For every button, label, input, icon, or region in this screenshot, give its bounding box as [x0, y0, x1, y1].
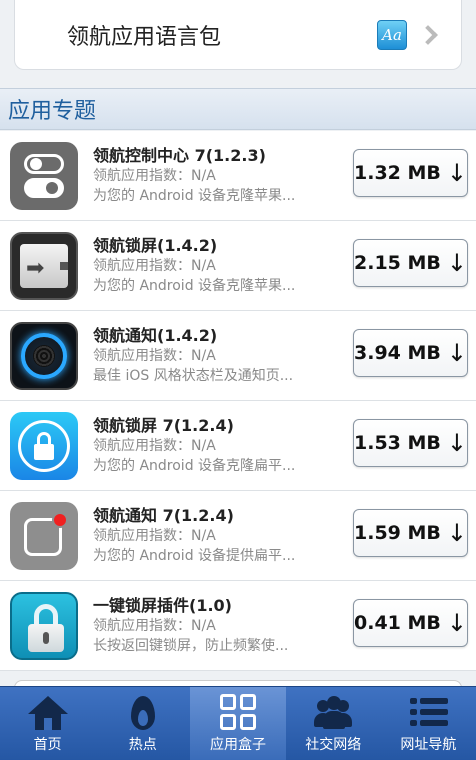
app-description: 为您的 Android 设备克隆苹果...: [93, 278, 296, 294]
home-icon: [27, 692, 68, 732]
aa-font-icon: Aa: [377, 19, 407, 50]
app-name: 领航锁屏 7(1.2.4): [93, 416, 234, 435]
nav-label: 首页: [33, 737, 62, 753]
one-key-lock-icon: [10, 591, 78, 660]
app-rating: 领航应用指数：N/A: [93, 168, 216, 184]
list-item[interactable]: 领航通知 7(1.2.4) 领航应用指数：N/A 为您的 Android 设备提…: [0, 491, 476, 581]
download-button[interactable]: 2.15 MB ↓: [353, 239, 468, 287]
download-size: 1.32 MB: [354, 162, 441, 184]
app-name: 领航通知 7(1.2.4): [93, 506, 234, 525]
chevron-right-icon: [418, 24, 438, 45]
download-size: 1.53 MB: [354, 432, 441, 454]
app-description: 最佳 iOS 风格状态栏及通知页...: [93, 368, 294, 384]
notify-7-icon: [10, 501, 78, 570]
download-arrow-icon: ↓: [446, 609, 467, 637]
nav-url-guide[interactable]: 网址导航: [381, 687, 476, 760]
list-item[interactable]: 领航通知(1.4.2) 领航应用指数：N/A 最佳 iOS 风格状态栏及通知页.…: [0, 311, 476, 401]
download-button[interactable]: 1.53 MB ↓: [353, 419, 468, 467]
nav-label: 社交网络: [305, 737, 362, 753]
download-button[interactable]: 3.94 MB ↓: [353, 329, 468, 377]
control-center-icon: [10, 141, 78, 210]
download-size: 3.94 MB: [354, 342, 441, 364]
section-header: 应用专题: [0, 88, 476, 130]
app-rating: 领航应用指数：N/A: [93, 438, 216, 454]
download-arrow-icon: ↓: [446, 159, 467, 187]
nav-label: 网址导航: [400, 737, 457, 753]
nav-app-box[interactable]: 应用盒子: [190, 687, 286, 760]
download-button[interactable]: 1.32 MB ↓: [353, 149, 468, 197]
download-button[interactable]: 0.41 MB ↓: [353, 599, 468, 647]
app-rating: 领航应用指数：N/A: [93, 528, 216, 544]
lock-7-icon: [10, 411, 78, 480]
list-icon: [408, 692, 449, 732]
nav-social[interactable]: 社交网络: [286, 687, 381, 760]
speaker-notify-icon: [10, 321, 78, 390]
nav-home[interactable]: 首页: [0, 687, 95, 760]
app-name: 领航通知(1.4.2): [93, 326, 218, 345]
app-name: 领航控制中心 7(1.2.3): [93, 146, 266, 165]
fire-icon: [123, 692, 163, 732]
grid-icon: [218, 692, 258, 732]
download-arrow-icon: ↓: [446, 429, 467, 457]
language-pack-label: 领航应用语言包: [67, 24, 222, 50]
list-item[interactable]: 领航锁屏 7(1.2.4) 领航应用指数：N/A 为您的 Android 设备克…: [0, 401, 476, 491]
app-rating: 领航应用指数：N/A: [93, 258, 216, 274]
app-list: 领航控制中心 7(1.2.3) 领航应用指数：N/A 为您的 Android 设…: [0, 131, 476, 671]
people-icon: [313, 692, 353, 732]
nav-label: 应用盒子: [210, 737, 266, 753]
download-size: 0.41 MB: [354, 612, 441, 634]
list-item[interactable]: 一键锁屏插件(1.0) 领航应用指数：N/A 长按返回键锁屏，防止频繁使... …: [0, 581, 476, 671]
list-item[interactable]: ➡ 领航锁屏(1.4.2) 领航应用指数：N/A 为您的 Android 设备克…: [0, 221, 476, 311]
list-item[interactable]: 领航控制中心 7(1.2.3) 领航应用指数：N/A 为您的 Android 设…: [0, 131, 476, 221]
download-size: 2.15 MB: [354, 252, 441, 274]
download-size: 1.59 MB: [354, 522, 441, 544]
app-rating: 领航应用指数：N/A: [93, 618, 216, 634]
nav-hot[interactable]: 热点: [95, 687, 190, 760]
slide-lock-icon: ➡: [10, 231, 78, 300]
download-arrow-icon: ↓: [446, 519, 467, 547]
section-title: 应用专题: [8, 99, 97, 124]
bottom-nav: 首页 热点 应用盒子 社交网络 网址导航: [0, 686, 476, 760]
app-name: 领航锁屏(1.4.2): [93, 236, 218, 255]
nav-label: 热点: [128, 737, 157, 753]
app-description: 为您的 Android 设备提供扁平...: [93, 548, 296, 564]
app-description: 为您的 Android 设备克隆扁平...: [93, 458, 296, 474]
app-name: 一键锁屏插件(1.0): [93, 596, 232, 615]
app-description: 为您的 Android 设备克隆苹果...: [93, 188, 296, 204]
app-rating: 领航应用指数：N/A: [93, 348, 216, 364]
download-button[interactable]: 1.59 MB ↓: [353, 509, 468, 557]
app-description: 长按返回键锁屏，防止频繁使...: [93, 638, 289, 654]
language-pack-item[interactable]: 领航应用语言包 Aa: [14, 0, 462, 70]
download-arrow-icon: ↓: [446, 339, 467, 367]
download-arrow-icon: ↓: [446, 249, 467, 277]
